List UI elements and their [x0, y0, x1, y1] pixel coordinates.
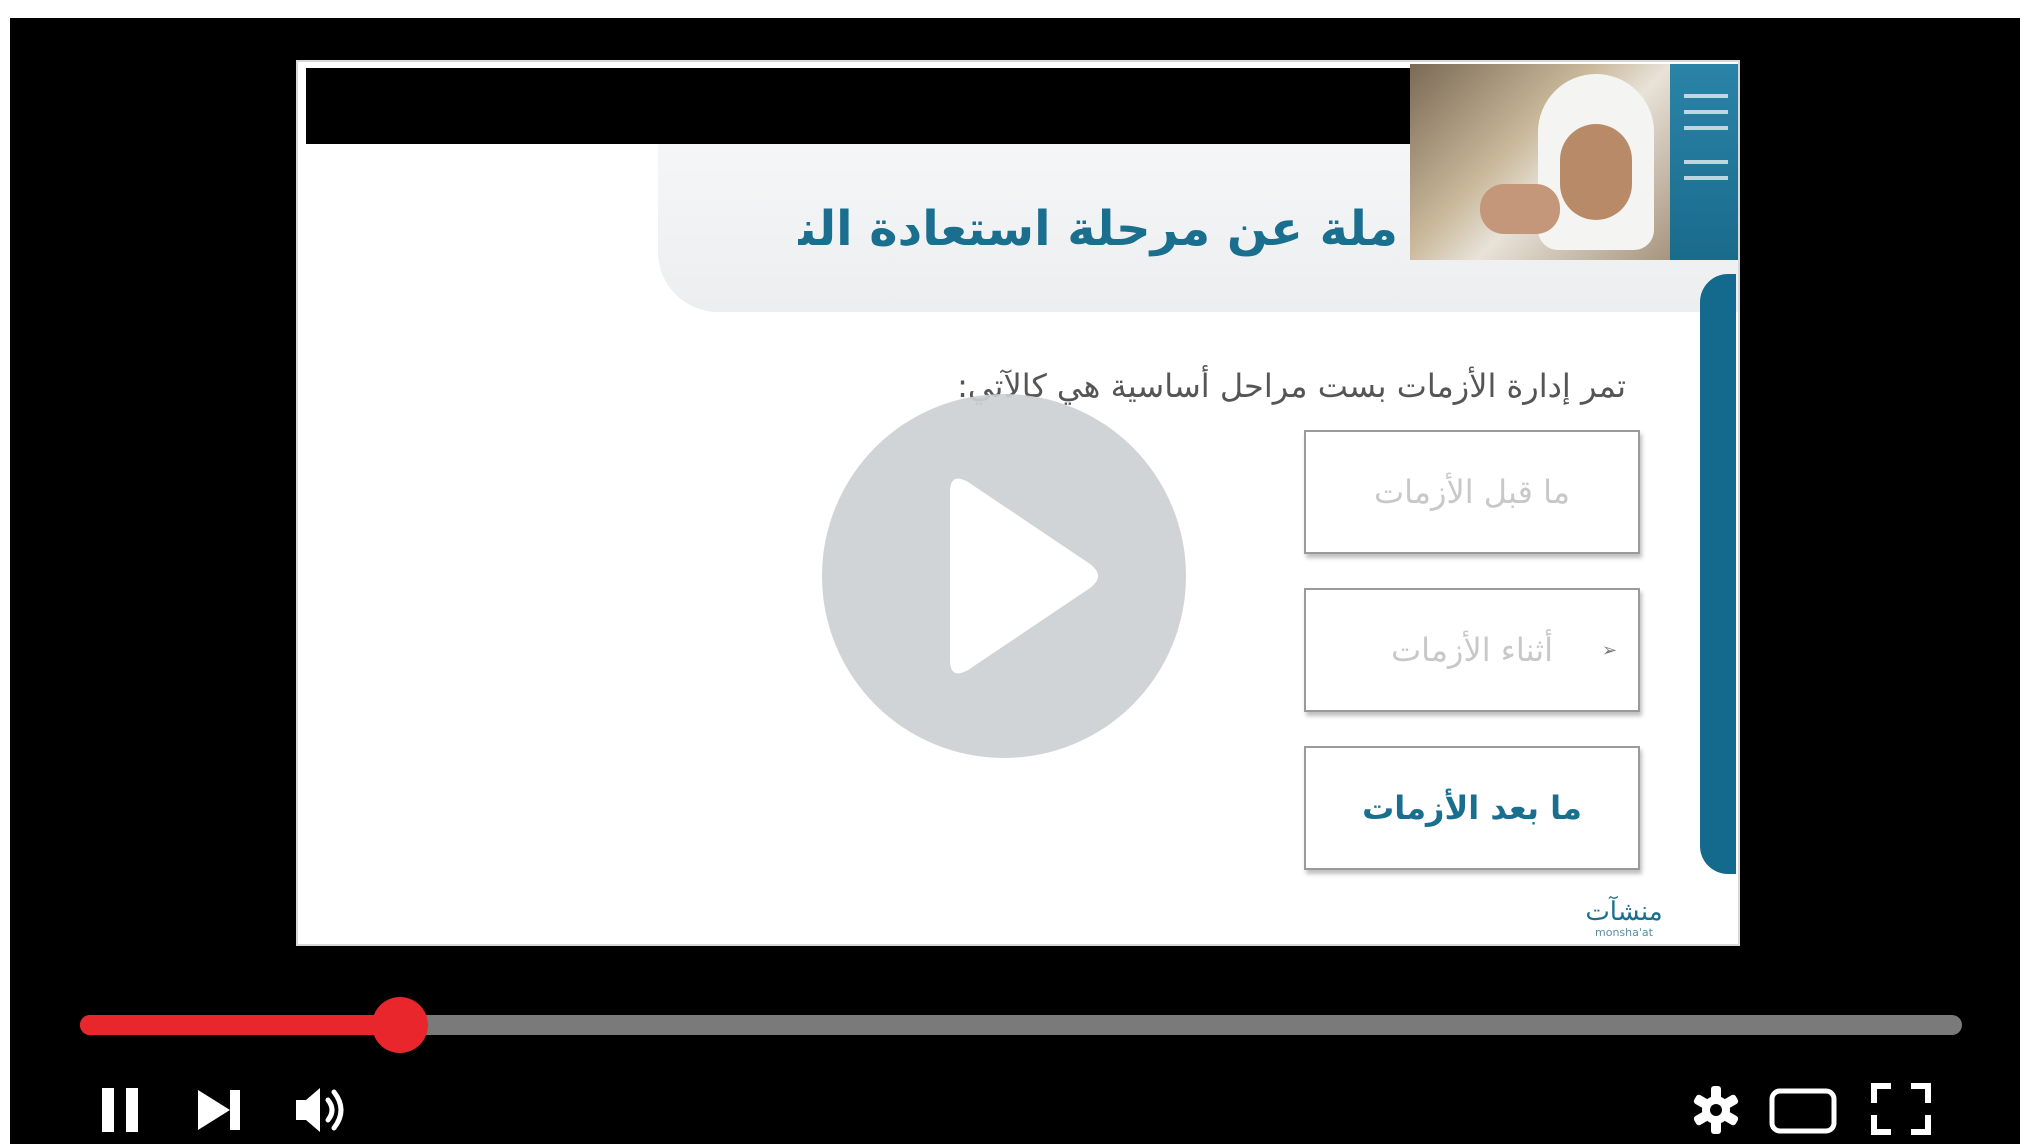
- fullscreen-icon: [1871, 1083, 1931, 1135]
- settings-icon: [1693, 1086, 1739, 1134]
- slide-title: ملة عن مرحلة استعادة النشاط: [798, 201, 1398, 257]
- theater-mode-button[interactable]: [1766, 1078, 1846, 1138]
- volume-button[interactable]: [290, 1078, 356, 1138]
- fullscreen-button[interactable]: [1866, 1078, 1936, 1138]
- stage-box-pre-crisis: ما قبل الأزمات: [1304, 430, 1640, 554]
- next-button[interactable]: [190, 1078, 246, 1138]
- stage-box-post-crisis: ما بعد الأزمات: [1304, 746, 1640, 870]
- side-accent-bar: [1700, 274, 1736, 874]
- video-player[interactable]: ملة عن مرحلة استعادة النشاط تمر إدارة ال…: [10, 18, 2020, 1144]
- pointer-cursor-icon: ➢: [1602, 640, 1618, 661]
- progress-bar[interactable]: [80, 997, 1962, 1053]
- pause-button[interactable]: [96, 1078, 144, 1138]
- progress-scrubber[interactable]: [371, 997, 428, 1053]
- skip-next-icon: [198, 1090, 240, 1130]
- slide-top-bar: [306, 68, 1436, 144]
- play-overlay-button[interactable]: [822, 394, 1186, 758]
- settings-button[interactable]: [1686, 1078, 1746, 1138]
- progress-played: [80, 1015, 400, 1035]
- monshaat-logo: منشآت monsha'at: [1585, 897, 1663, 939]
- pause-icon: [102, 1088, 138, 1132]
- theater-mode-icon: [1769, 1088, 1837, 1134]
- volume-icon: [296, 1088, 344, 1132]
- webcam-overlay: [1410, 64, 1738, 260]
- stage-box-during-crisis: أثناء الأزمات: [1304, 588, 1640, 712]
- play-icon: [950, 478, 1098, 674]
